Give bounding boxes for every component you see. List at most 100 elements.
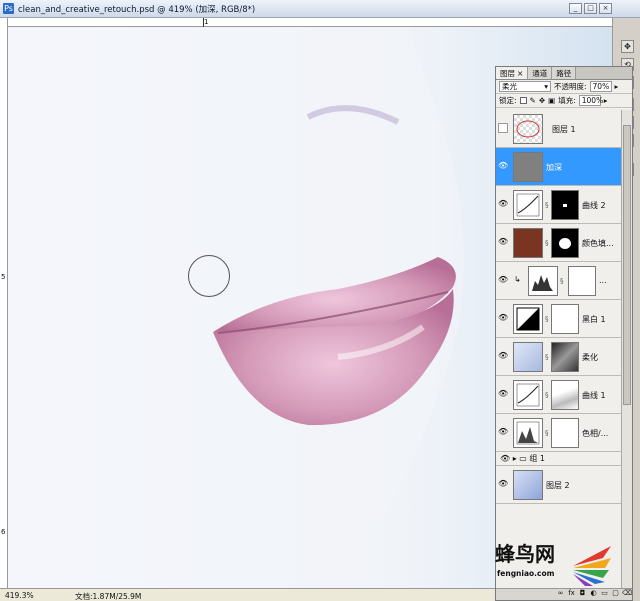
eye-icon[interactable]: 👁 (498, 479, 508, 489)
zoom-level[interactable]: 419.3% (5, 591, 34, 600)
move-icon[interactable]: ✥ (621, 40, 634, 53)
eye-icon[interactable]: 👁 (498, 199, 508, 209)
layer-row[interactable]: 👁 § 曲线 2 (496, 186, 621, 224)
watermark-text-cn: 蜂鸟网 (495, 542, 555, 566)
layer-group-row[interactable]: 👁 ▸ ▭ 组 1 (496, 452, 621, 466)
eye-icon[interactable]: 👁 (498, 237, 508, 247)
ruler-mark: 5 (1, 273, 6, 281)
chain-link-icon[interactable]: § (545, 315, 549, 323)
ruler-mark: 6 (1, 528, 6, 536)
close-icon[interactable]: × (517, 69, 523, 78)
maximize-button[interactable]: □ (584, 3, 597, 14)
panel-tabs: 图层 × 通道 路径 (496, 67, 632, 80)
arrow-right-icon[interactable]: ▸ (604, 96, 608, 105)
layer-row[interactable]: 👁 § 柔化 (496, 338, 621, 376)
link-icon[interactable]: ∞ (556, 589, 565, 598)
title-bar: Ps clean_and_creative_retouch.psd @ 419%… (0, 0, 640, 18)
new-layer-icon[interactable]: ▢ (611, 589, 620, 598)
scrollbar-thumb[interactable] (623, 125, 631, 405)
eye-icon[interactable]: 👁 (500, 454, 510, 463)
vertical-ruler: 5 6 (0, 18, 8, 588)
layer-name: 柔化 (582, 353, 598, 362)
tab-layers[interactable]: 图层 × (496, 67, 529, 79)
photoshop-app-icon: Ps (3, 3, 14, 14)
blend-mode-select[interactable]: 柔光 ▾ (499, 81, 551, 92)
layer-name: 加深 (546, 163, 562, 172)
layer-row[interactable]: 👁 § 色相/... (496, 414, 621, 452)
tab-paths[interactable]: 路径 (552, 67, 577, 79)
layer-thumbnail (513, 152, 543, 182)
layer-row[interactable]: 👁 加深 (496, 148, 621, 186)
layer-row[interactable]: 图层 1 (496, 110, 621, 148)
curves-adjustment-icon (513, 190, 543, 220)
layer-name: 曲线 2 (582, 201, 606, 210)
document-title: clean_and_creative_retouch.psd @ 419% (加… (18, 5, 256, 15)
layer-name: ... (599, 276, 607, 285)
layer-name: 色相/... (582, 429, 609, 438)
layers-panel: 图层 × 通道 路径 柔光 ▾ 不透明度: 70% ▸ 锁定: ✎ ✥ ▣ 填充:… (495, 66, 633, 601)
close-button[interactable]: × (599, 3, 612, 14)
levels-adjustment-icon (528, 266, 558, 296)
opacity-label: 不透明度: (554, 82, 587, 91)
eye-icon[interactable]: 👁 (498, 275, 508, 285)
opacity-field[interactable]: 70% (589, 81, 612, 92)
curves-adjustment-icon (513, 380, 543, 410)
eye-icon[interactable]: 👁 (498, 389, 508, 399)
folder-icon: ▭ (519, 454, 527, 463)
layer-name: 图层 1 (552, 125, 576, 134)
window-controls: _ □ × (569, 3, 612, 14)
lock-transparency-icon[interactable] (519, 97, 527, 104)
folder-icon[interactable]: ▭ (600, 589, 609, 598)
chain-link-icon[interactable]: § (545, 239, 549, 247)
chain-link-icon[interactable]: § (560, 277, 564, 285)
adjustment-icon[interactable]: ◐ (589, 589, 598, 598)
visibility-toggle[interactable] (498, 123, 508, 133)
layers-list: 图层 1 👁 加深 👁 § 曲线 2 👁 § 颜色填... 👁 ↳ § ... … (496, 110, 621, 590)
eye-icon[interactable]: 👁 (498, 427, 508, 437)
layer-mask (568, 266, 596, 296)
lock-pixels-icon[interactable]: ✎ (530, 96, 536, 105)
layer-row[interactable]: 👁 § 黑白 1 (496, 300, 621, 338)
panel-bottom-bar: ∞ fx ◘ ◐ ▭ ▢ ⌫ (496, 588, 632, 600)
lock-row: 锁定: ✎ ✥ ▣ 填充: 100% ▸ (496, 94, 632, 108)
blend-row: 柔光 ▾ 不透明度: 70% ▸ (496, 80, 632, 94)
layer-row[interactable]: 👁 图层 2 (496, 466, 621, 504)
tab-channels[interactable]: 通道 (528, 67, 553, 79)
layer-mask (551, 342, 579, 372)
brush-cursor (188, 255, 230, 297)
layer-mask (551, 418, 579, 448)
layer-name: 颜色填... (582, 239, 614, 248)
trash-icon[interactable]: ⌫ (622, 589, 632, 598)
layer-thumbnail (513, 470, 543, 500)
black-white-adjustment-icon (513, 304, 543, 334)
lock-all-icon[interactable]: ▣ (548, 96, 555, 105)
watermark-text-en: fengniao.com (497, 569, 555, 578)
lock-label: 锁定: (499, 96, 517, 105)
selection-outline-icon (516, 120, 540, 138)
lock-position-icon[interactable]: ✥ (539, 96, 545, 105)
layer-row[interactable]: 👁 ↳ § ... (496, 262, 621, 300)
mask-icon[interactable]: ◘ (578, 589, 587, 598)
layer-mask (551, 228, 579, 258)
eye-icon[interactable]: 👁 (498, 161, 508, 171)
panel-scrollbar[interactable] (621, 110, 632, 590)
blend-mode-value: 柔光 (502, 82, 517, 91)
group-name: 组 1 (529, 454, 546, 463)
eye-icon[interactable]: 👁 (498, 351, 508, 361)
tab-label: 图层 (500, 69, 515, 78)
fill-field[interactable]: 100% (578, 95, 603, 106)
minimize-button[interactable]: _ (569, 3, 582, 14)
chain-link-icon[interactable]: § (545, 391, 549, 399)
chevron-right-icon[interactable]: ▸ (513, 454, 517, 463)
watermark: 蜂鸟网 fengniao.com (495, 538, 613, 588)
chain-link-icon[interactable]: § (545, 429, 549, 437)
eye-icon[interactable]: 👁 (498, 313, 508, 323)
chain-link-icon[interactable]: § (545, 353, 549, 361)
layer-row[interactable]: 👁 § 曲线 1 (496, 376, 621, 414)
fx-icon[interactable]: fx (567, 589, 576, 598)
document-info[interactable]: 文档:1.87M/25.9M (75, 591, 141, 601)
arrow-right-icon[interactable]: ▸ (615, 82, 619, 91)
layer-row[interactable]: 👁 § 颜色填... (496, 224, 621, 262)
fill-label: 填充: (558, 96, 576, 105)
chain-link-icon[interactable]: § (545, 201, 549, 209)
